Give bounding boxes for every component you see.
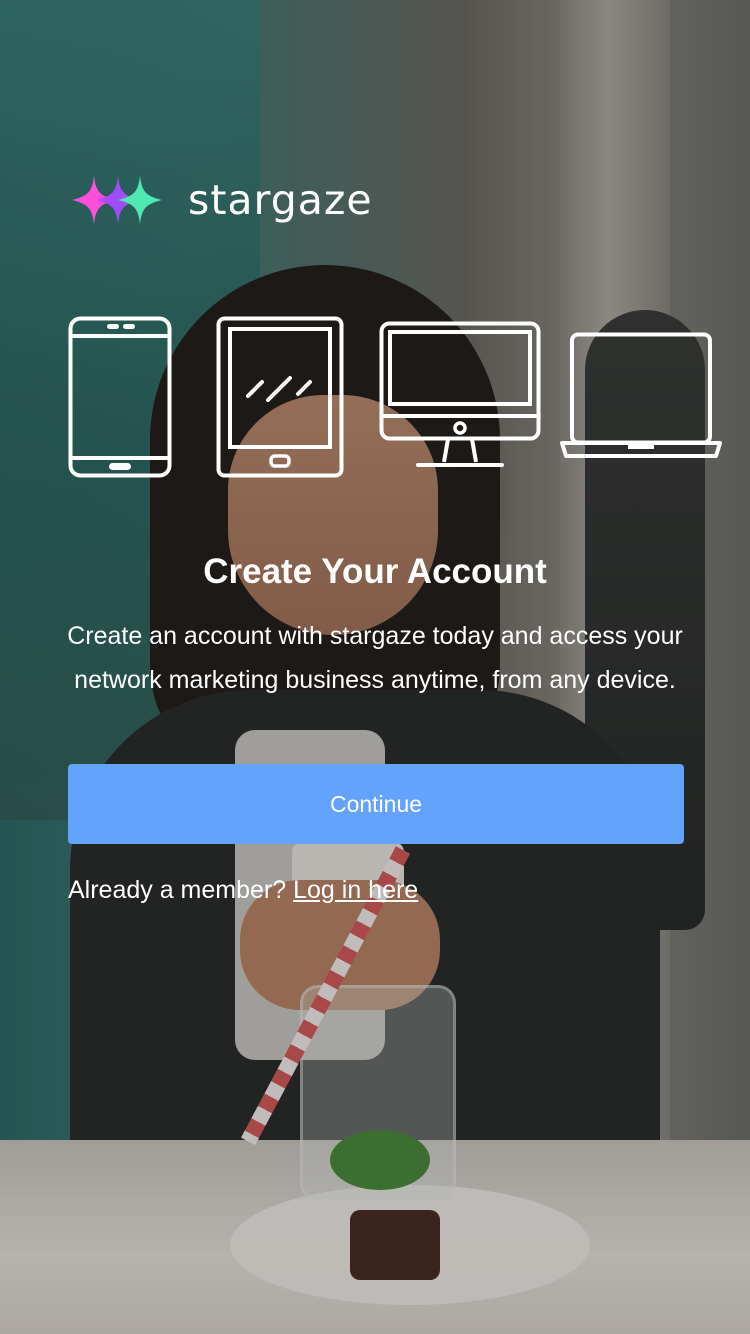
smartphone-icon bbox=[68, 316, 172, 478]
description-line: network marketing business anytime, from… bbox=[74, 666, 676, 694]
page-title: Create Your Account bbox=[203, 552, 547, 591]
brand-logo: stargaze bbox=[72, 172, 373, 228]
member-prompt-text: Already a member? bbox=[68, 876, 294, 904]
tablet-icon bbox=[216, 316, 344, 478]
description-line: Create an account with stargaze today an… bbox=[67, 622, 683, 650]
device-icons bbox=[0, 310, 750, 490]
desktop-monitor-icon bbox=[379, 321, 541, 467]
stargaze-logo-icon bbox=[72, 176, 162, 224]
page-description: Create an account with stargaze today an… bbox=[30, 614, 720, 702]
login-link[interactable]: Log in here bbox=[293, 876, 418, 904]
login-prompt: Already a member? Log in here bbox=[68, 876, 418, 905]
laptop-icon bbox=[560, 332, 722, 458]
brand-name: stargaze bbox=[188, 176, 373, 224]
continue-button[interactable]: Continue bbox=[68, 764, 684, 844]
